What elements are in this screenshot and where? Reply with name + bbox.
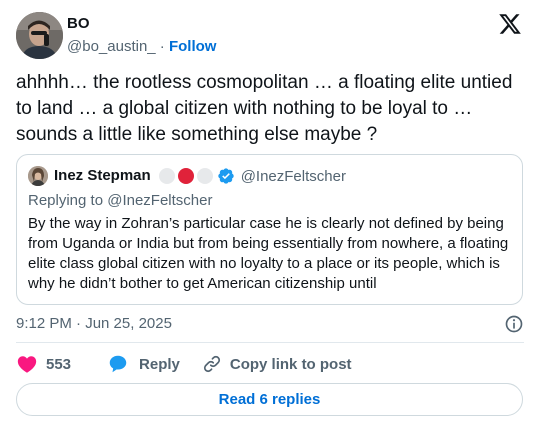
grey-dot-emoji [158, 168, 175, 184]
heart-icon [17, 356, 37, 373]
author-handle[interactable]: @bo_austin_ [67, 38, 156, 55]
author-display-name[interactable]: BO [67, 14, 216, 34]
follow-button[interactable]: Follow [169, 38, 217, 55]
divider [16, 342, 524, 343]
quoted-author-name: Inez Stepman [54, 167, 151, 184]
speech-bubble-icon [109, 355, 127, 373]
author-names: BO @bo_austin_ · Follow [67, 14, 216, 57]
quoted-post[interactable]: Inez Stepman @InezFeltscher Replying to … [16, 154, 523, 305]
quoted-post-text: By the way in Zohran’s particular case h… [28, 215, 509, 292]
action-bar: 553 Reply Copy link to post [16, 352, 352, 376]
author-avatar[interactable] [16, 12, 63, 59]
read-replies-button[interactable]: Read 6 replies [16, 383, 523, 416]
quoted-author-avatar [28, 166, 48, 186]
like-button[interactable]: 553 [16, 353, 71, 375]
like-count: 553 [46, 355, 72, 373]
copy-link-label: Copy link to post [229, 355, 352, 373]
grey-dot-emoji [196, 168, 213, 184]
post-timestamp[interactable]: 9:12 PM · Jun 25, 2025 [16, 315, 172, 332]
red-dot-emoji [177, 168, 194, 184]
reply-button[interactable]: Reply [107, 353, 180, 375]
post-header: BO @bo_austin_ · Follow [16, 12, 524, 60]
replying-to-label: Replying to @InezFeltscher [28, 192, 213, 209]
author-handle-row: @bo_austin_ · Follow [67, 37, 216, 57]
verified-badge-icon [218, 168, 234, 184]
timestamp-row: 9:12 PM · Jun 25, 2025 [16, 314, 524, 334]
separator-dot: · [159, 38, 165, 55]
copy-link-button[interactable]: Copy link to post [202, 354, 352, 374]
link-icon [203, 355, 220, 373]
embedded-post-card: BO @bo_austin_ · Follow ahhhh… the rootl… [0, 0, 540, 431]
quoted-post-header: Inez Stepman @InezFeltscher [28, 166, 346, 186]
reply-label: Reply [139, 355, 180, 373]
post-text: ahhhh… the rootless cosmopolitan … a flo… [16, 72, 513, 145]
quoted-author-handle: @InezFeltscher [240, 167, 346, 185]
x-logo-icon[interactable] [498, 12, 522, 36]
info-icon[interactable] [504, 314, 524, 334]
